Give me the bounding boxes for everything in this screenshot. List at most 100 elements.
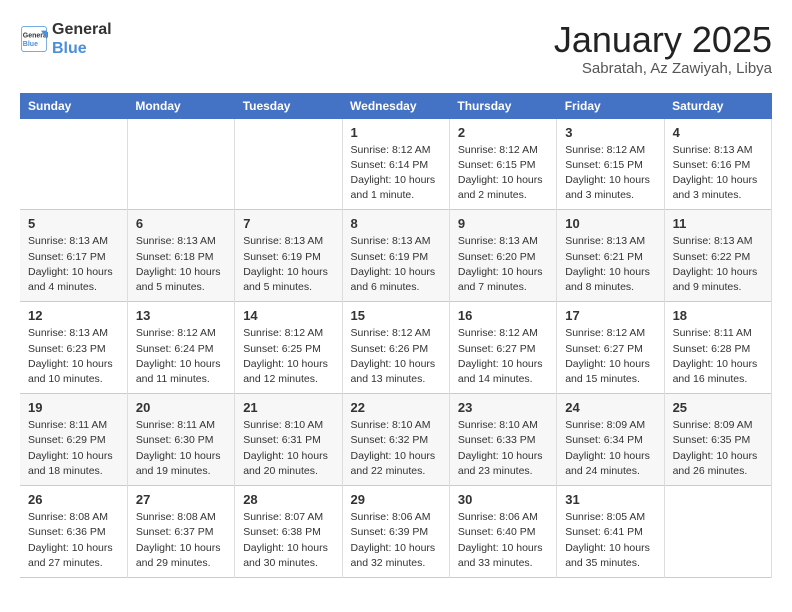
calendar-cell: 21 Sunrise: 8:10 AMSunset: 6:31 PMDayligh… — [235, 394, 342, 486]
calendar-cell: 10 Sunrise: 8:13 AMSunset: 6:21 PMDayligh… — [557, 210, 664, 302]
day-number: 12 — [28, 308, 119, 323]
day-number: 3 — [565, 125, 655, 140]
day-number: 17 — [565, 308, 655, 323]
weekday-header-wednesday: Wednesday — [342, 93, 449, 119]
day-info: Sunrise: 8:13 AMSunset: 6:18 PMDaylight:… — [136, 234, 226, 295]
calendar-cell: 4 Sunrise: 8:13 AMSunset: 6:16 PMDaylight… — [664, 119, 771, 210]
day-number: 21 — [243, 400, 333, 415]
day-number: 1 — [351, 125, 441, 140]
calendar-cell — [235, 119, 342, 210]
calendar-week-2: 5Sunrise: 8:13 AMSunset: 6:17 PMDaylight… — [20, 210, 772, 302]
calendar-week-4: 19Sunrise: 8:11 AMSunset: 6:29 PMDayligh… — [20, 394, 772, 486]
calendar-cell: 11 Sunrise: 8:13 AMSunset: 6:22 PMDayligh… — [664, 210, 771, 302]
day-number: 6 — [136, 216, 226, 231]
day-info: Sunrise: 8:13 AMSunset: 6:22 PMDaylight:… — [673, 234, 763, 295]
day-number: 10 — [565, 216, 655, 231]
calendar-cell: 23Sunrise: 8:10 AMSunset: 6:33 PMDayligh… — [449, 394, 556, 486]
logo-text-blue: Blue — [52, 39, 112, 58]
calendar-cell: 18 Sunrise: 8:11 AMSunset: 6:28 PMDayligh… — [664, 302, 771, 394]
logo-text-general: General — [52, 20, 112, 39]
calendar-cell: 14Sunrise: 8:12 AMSunset: 6:25 PMDayligh… — [235, 302, 342, 394]
calendar-week-5: 26Sunrise: 8:08 AMSunset: 6:36 PMDayligh… — [20, 486, 772, 578]
day-info: Sunrise: 8:13 AMSunset: 6:17 PMDaylight:… — [28, 234, 119, 295]
day-number: 25 — [673, 400, 763, 415]
calendar-title-block: January 2025 Sabratah, Az Zawiyah, Libya — [554, 20, 772, 77]
weekday-row: SundayMondayTuesdayWednesdayThursdayFrid… — [20, 93, 772, 119]
day-info: Sunrise: 8:13 AMSunset: 6:19 PMDaylight:… — [243, 234, 333, 295]
calendar-cell: 15 Sunrise: 8:12 AMSunset: 6:26 PMDayligh… — [342, 302, 449, 394]
calendar-cell: 20 Sunrise: 8:11 AMSunset: 6:30 PMDayligh… — [127, 394, 234, 486]
day-info: Sunrise: 8:13 AMSunset: 6:16 PMDaylight:… — [673, 143, 763, 204]
calendar-body: 1 Sunrise: 8:12 AMSunset: 6:14 PMDaylight… — [20, 119, 772, 578]
calendar-cell: 7 Sunrise: 8:13 AMSunset: 6:19 PMDaylight… — [235, 210, 342, 302]
logo-icon: General Blue — [20, 25, 48, 53]
day-info: Sunrise: 8:05 AMSunset: 6:41 PMDaylight:… — [565, 510, 655, 571]
calendar-cell: 31 Sunrise: 8:05 AMSunset: 6:41 PMDayligh… — [557, 486, 664, 578]
calendar-subtitle: Sabratah, Az Zawiyah, Libya — [554, 60, 772, 77]
calendar-cell: 16 Sunrise: 8:12 AMSunset: 6:27 PMDayligh… — [449, 302, 556, 394]
day-number: 20 — [136, 400, 226, 415]
calendar-cell: 12 Sunrise: 8:13 AMSunset: 6:23 PMDayligh… — [20, 302, 127, 394]
calendar-week-3: 12 Sunrise: 8:13 AMSunset: 6:23 PMDayligh… — [20, 302, 772, 394]
day-number: 7 — [243, 216, 333, 231]
day-number: 28 — [243, 492, 333, 507]
calendar-cell: 5Sunrise: 8:13 AMSunset: 6:17 PMDaylight… — [20, 210, 127, 302]
calendar-cell: 2 Sunrise: 8:12 AMSunset: 6:15 PMDaylight… — [449, 119, 556, 210]
day-info: Sunrise: 8:12 AMSunset: 6:15 PMDaylight:… — [565, 143, 655, 204]
weekday-header-monday: Monday — [127, 93, 234, 119]
day-info: Sunrise: 8:11 AMSunset: 6:30 PMDaylight:… — [136, 418, 226, 479]
day-number: 18 — [673, 308, 763, 323]
day-info: Sunrise: 8:13 AMSunset: 6:23 PMDaylight:… — [28, 326, 119, 387]
day-info: Sunrise: 8:10 AMSunset: 6:32 PMDaylight:… — [351, 418, 441, 479]
day-info: Sunrise: 8:13 AMSunset: 6:21 PMDaylight:… — [565, 234, 655, 295]
day-info: Sunrise: 8:12 AMSunset: 6:24 PMDaylight:… — [136, 326, 226, 387]
weekday-header-friday: Friday — [557, 93, 664, 119]
calendar-cell: 26Sunrise: 8:08 AMSunset: 6:36 PMDayligh… — [20, 486, 127, 578]
calendar-cell: 17 Sunrise: 8:12 AMSunset: 6:27 PMDayligh… — [557, 302, 664, 394]
day-number: 22 — [351, 400, 441, 415]
day-number: 11 — [673, 216, 763, 231]
day-number: 24 — [565, 400, 655, 415]
day-number: 2 — [458, 125, 548, 140]
day-number: 4 — [673, 125, 763, 140]
calendar-cell — [664, 486, 771, 578]
calendar-cell: 28Sunrise: 8:07 AMSunset: 6:38 PMDayligh… — [235, 486, 342, 578]
day-number: 27 — [136, 492, 226, 507]
calendar-table: SundayMondayTuesdayWednesdayThursdayFrid… — [20, 93, 772, 578]
calendar-cell: 9 Sunrise: 8:13 AMSunset: 6:20 PMDaylight… — [449, 210, 556, 302]
day-info: Sunrise: 8:12 AMSunset: 6:14 PMDaylight:… — [351, 143, 441, 204]
day-number: 8 — [351, 216, 441, 231]
weekday-header-saturday: Saturday — [664, 93, 771, 119]
calendar-cell: 25Sunrise: 8:09 AMSunset: 6:35 PMDayligh… — [664, 394, 771, 486]
calendar-cell: 19Sunrise: 8:11 AMSunset: 6:29 PMDayligh… — [20, 394, 127, 486]
calendar-cell: 6 Sunrise: 8:13 AMSunset: 6:18 PMDaylight… — [127, 210, 234, 302]
calendar-cell: 24 Sunrise: 8:09 AMSunset: 6:34 PMDayligh… — [557, 394, 664, 486]
day-info: Sunrise: 8:12 AMSunset: 6:26 PMDaylight:… — [351, 326, 441, 387]
day-info: Sunrise: 8:12 AMSunset: 6:27 PMDaylight:… — [565, 326, 655, 387]
svg-text:Blue: Blue — [23, 41, 38, 48]
day-number: 29 — [351, 492, 441, 507]
calendar-cell — [127, 119, 234, 210]
day-number: 31 — [565, 492, 655, 507]
day-info: Sunrise: 8:12 AMSunset: 6:15 PMDaylight:… — [458, 143, 548, 204]
day-number: 13 — [136, 308, 226, 323]
page-header: General Blue General Blue January 2025 S… — [20, 20, 772, 77]
day-info: Sunrise: 8:06 AMSunset: 6:40 PMDaylight:… — [458, 510, 548, 571]
day-info: Sunrise: 8:08 AMSunset: 6:36 PMDaylight:… — [28, 510, 119, 571]
weekday-header-tuesday: Tuesday — [235, 93, 342, 119]
calendar-cell: 1 Sunrise: 8:12 AMSunset: 6:14 PMDaylight… — [342, 119, 449, 210]
day-info: Sunrise: 8:13 AMSunset: 6:20 PMDaylight:… — [458, 234, 548, 295]
calendar-cell: 13 Sunrise: 8:12 AMSunset: 6:24 PMDayligh… — [127, 302, 234, 394]
day-number: 15 — [351, 308, 441, 323]
day-number: 23 — [458, 400, 548, 415]
day-info: Sunrise: 8:13 AMSunset: 6:19 PMDaylight:… — [351, 234, 441, 295]
day-number: 16 — [458, 308, 548, 323]
day-number: 9 — [458, 216, 548, 231]
day-info: Sunrise: 8:09 AMSunset: 6:34 PMDaylight:… — [565, 418, 655, 479]
day-number: 19 — [28, 400, 119, 415]
day-number: 30 — [458, 492, 548, 507]
calendar-cell: 30 Sunrise: 8:06 AMSunset: 6:40 PMDayligh… — [449, 486, 556, 578]
day-info: Sunrise: 8:11 AMSunset: 6:28 PMDaylight:… — [673, 326, 763, 387]
day-info: Sunrise: 8:12 AMSunset: 6:27 PMDaylight:… — [458, 326, 548, 387]
day-info: Sunrise: 8:10 AMSunset: 6:31 PMDaylight:… — [243, 418, 333, 479]
